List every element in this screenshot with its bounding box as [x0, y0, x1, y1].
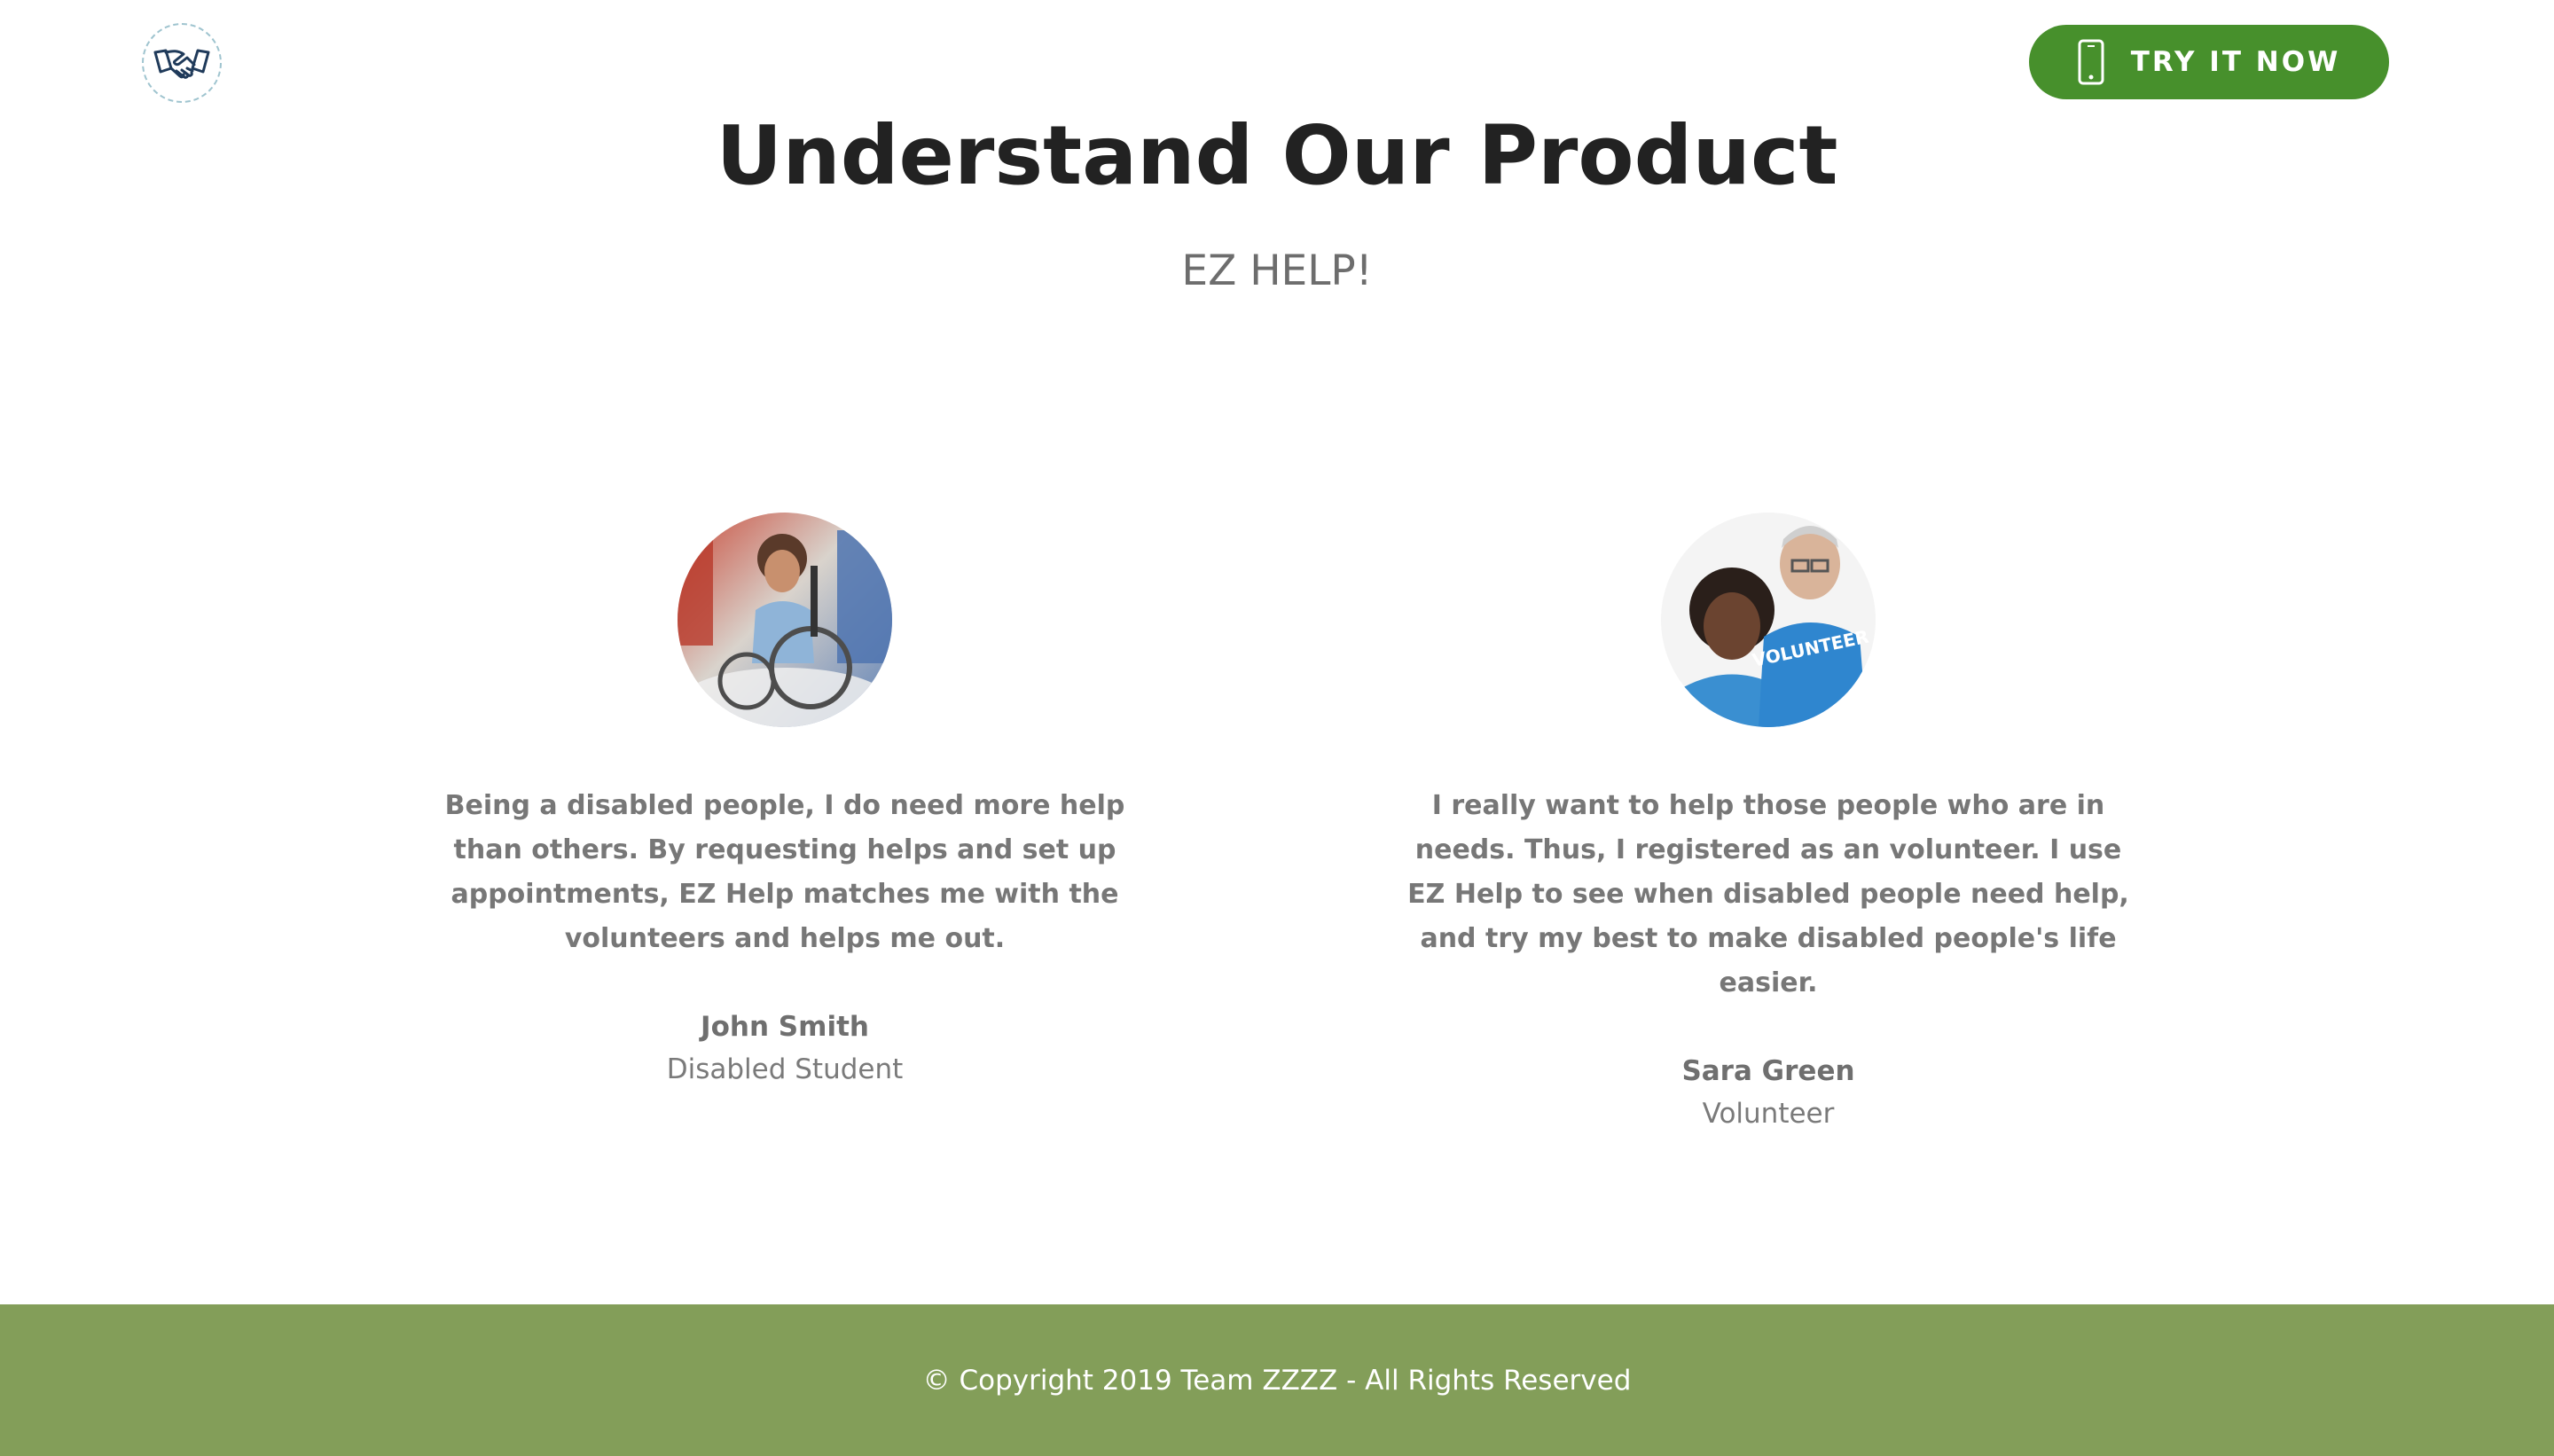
try-it-now-button[interactable]: TRY IT NOW — [2029, 25, 2389, 99]
testimonial-name: Sara Green — [1681, 1055, 1855, 1087]
testimonial-card: VOLUNTEER I really want to help those pe… — [1405, 513, 2132, 1130]
site-logo[interactable] — [142, 23, 222, 103]
try-it-now-label: TRY IT NOW — [2130, 46, 2341, 78]
page-subtitle: EZ HELP! — [1181, 247, 1373, 295]
testimonial-role: Disabled Student — [666, 1053, 904, 1085]
footer: © Copyright 2019 Team ZZZZ - All Rights … — [0, 1304, 2554, 1456]
page-title: Understand Our Product — [716, 108, 1838, 203]
testimonial-quote: I really want to help those people who a… — [1407, 790, 2129, 998]
copyright-text: © Copyright 2019 Team ZZZZ - All Rights … — [922, 1364, 1632, 1397]
avatar-photo — [678, 513, 892, 727]
mobile-phone-icon — [2078, 39, 2104, 85]
testimonial-card: Being a disabled people, I do need more … — [421, 513, 1148, 1085]
handshake-icon — [153, 49, 210, 79]
testimonial-quote: Being a disabled people, I do need more … — [444, 790, 1125, 954]
testimonial-role: Volunteer — [1702, 1098, 1835, 1130]
testimonial-name: John Smith — [701, 1011, 869, 1043]
avatar-photo: VOLUNTEER — [1661, 513, 1876, 727]
